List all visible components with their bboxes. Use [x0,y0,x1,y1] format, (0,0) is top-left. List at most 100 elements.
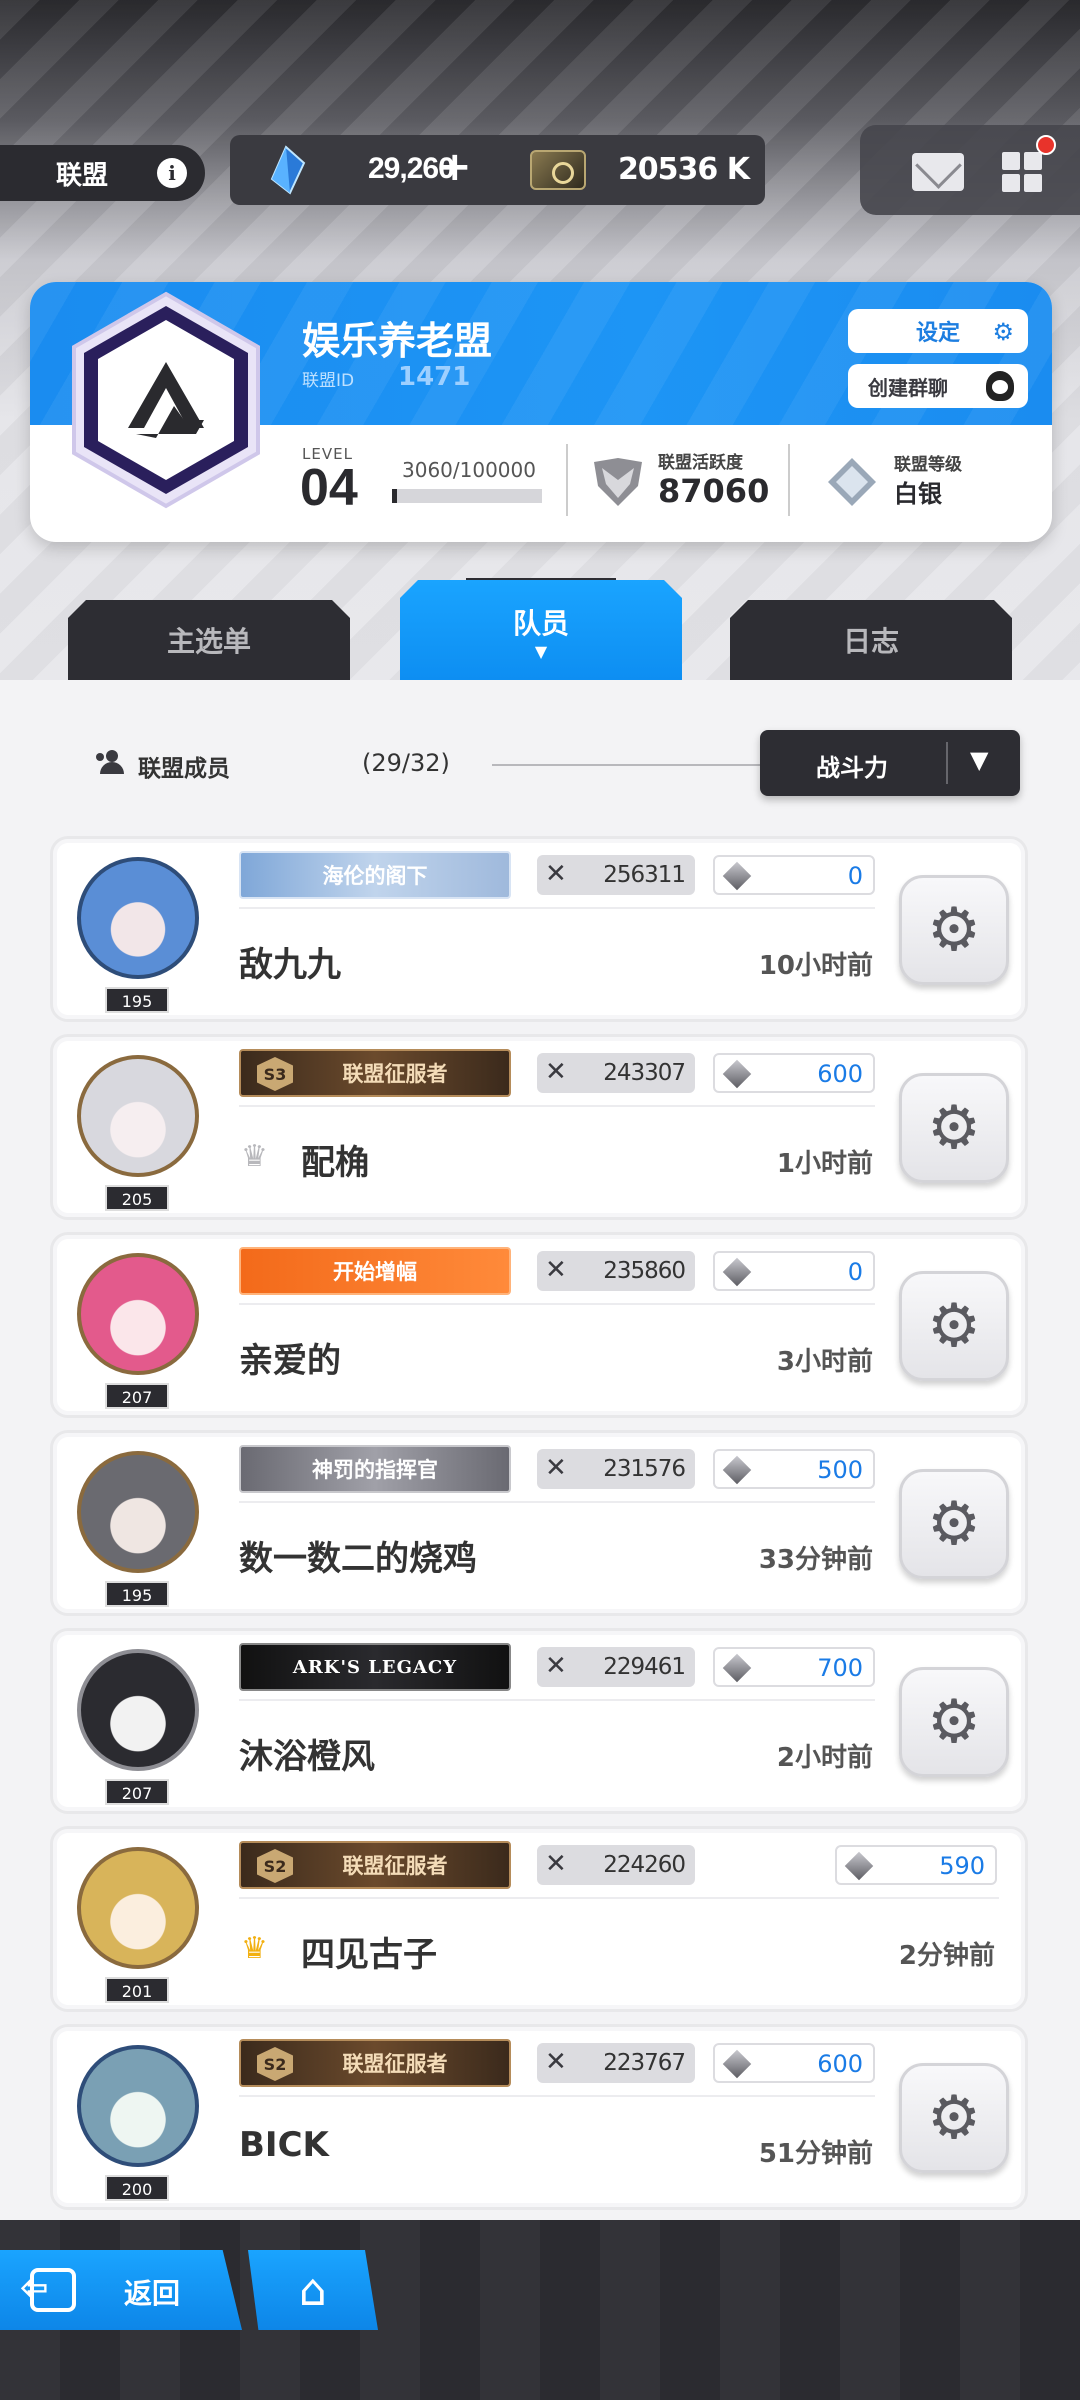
contribution-box: 600 [713,1053,875,1093]
back-button-label: 返回 [124,2277,181,2310]
member-name: 数一数二的烧鸡 [239,1539,477,1579]
member-settings-button[interactable]: ⚙ [899,2063,1009,2173]
avatar[interactable]: 207 [63,1641,213,1811]
tab-main-menu-label: 主选单 [166,625,251,658]
member-row[interactable]: 205 S3 联盟征服者 ✕ 243307 600 ♛ 配桷 1小时前 ⚙ [50,1034,1028,1220]
exp-progress-fill [392,489,397,503]
title-badge-label: ARK'S LEGACY [292,1656,458,1678]
tab-members[interactable]: 队员 ▼ [400,580,682,680]
row-divider [239,1699,875,1701]
avatar[interactable]: 205 [63,1047,213,1217]
info-icon[interactable]: i [157,158,187,188]
power-value: 243307 [603,1060,686,1086]
member-settings-button[interactable]: ⚙ [899,1469,1009,1579]
coin-value: 20536 K [617,152,750,187]
create-group-chat-label: 创建群聊 [868,375,948,400]
penguin-icon [986,371,1014,401]
ticket-icon [530,150,586,190]
member-settings-button[interactable]: ⚙ [899,1271,1009,1381]
alliance-tab[interactable]: 联盟 i [0,145,205,201]
alliance-card: 娱乐养老盟 联盟ID 1471 设定 ⚙ 创建群聊 LEVEL 04 3060/… [30,282,1052,542]
gear-icon: ⚙ [927,2083,981,2153]
avatar[interactable]: 200 [63,2037,213,2207]
gear-icon: ⚙ [927,1687,981,1757]
activity-value: 87060 [658,472,770,510]
avatar[interactable]: 207 [63,1245,213,1415]
settings-button-label: 设定 [915,321,960,346]
title-badge-label: 联盟征服者 [342,1062,448,1086]
power-value: 256311 [603,862,686,888]
avatar-level: 205 [105,1185,169,1211]
member-row[interactable]: 207 ARK'S LEGACY ✕ 229461 700 沐浴橙风 2小时前 … [50,1628,1028,1814]
back-button[interactable]: 返回 [0,2250,242,2330]
member-settings-button[interactable]: ⚙ [899,1667,1009,1777]
home-button[interactable]: ⌂ [248,2250,378,2330]
gem-icon [722,1257,752,1287]
contribution-box: 0 [713,855,875,895]
settings-button[interactable]: 设定 ⚙ [848,309,1028,353]
tab-main-menu[interactable]: 主选单 [68,600,350,680]
member-row[interactable]: 201 S2 联盟征服者 ✕ 224260 590 ♛ 四见古子 2分钟前 [50,1826,1028,2012]
avatar-portrait [77,1451,199,1573]
member-row[interactable]: 195 海伦的阁下 ✕ 256311 0 敌九九 10小时前 ⚙ [50,836,1028,1022]
avatar-level: 195 [105,1581,169,1607]
crossed-swords-icon: ✕ [545,2047,567,2077]
tier-badge: S2 [257,1849,293,1883]
add-crystal-button[interactable]: + [438,144,472,190]
avatar[interactable]: 195 [63,849,213,1019]
last-seen: 2小时前 [776,1743,873,1773]
alliance-name: 娱乐养老盟 [302,319,493,363]
gem-icon [844,1851,874,1881]
notification-dot [1036,135,1056,155]
gem-icon [722,861,752,891]
alliance-emblem-icon [72,291,260,509]
title-badge: 开始增幅 [239,1247,511,1295]
home-icon: ⌂ [299,2264,327,2316]
exit-icon [20,2268,76,2312]
gem-icon [722,2049,752,2079]
crossed-swords-icon: ✕ [545,1651,567,1681]
member-row[interactable]: 207 开始增幅 ✕ 235860 0 亲爱的 3小时前 ⚙ [50,1232,1028,1418]
last-seen: 1小时前 [776,1149,873,1179]
crystal-icon [270,145,306,195]
power-value: 224260 [603,1852,686,1878]
grid-menu-icon[interactable] [1002,152,1042,192]
avatar[interactable]: 195 [63,1443,213,1613]
member-settings-button[interactable]: ⚙ [899,875,1009,985]
avatar-portrait [77,1055,199,1177]
avatar-portrait [77,2045,199,2167]
mail-icon[interactable] [912,153,964,191]
member-name: 亲爱的 [239,1341,341,1381]
title-badge: 神罚的指挥官 [239,1445,511,1493]
contribution-box: 0 [713,1251,875,1291]
last-seen: 3小时前 [776,1347,873,1377]
row-divider [239,1501,875,1503]
members-divider [492,764,762,766]
activity-label: 联盟活跃度 [658,453,743,473]
row-divider [239,1303,875,1305]
tab-log[interactable]: 日志 [730,600,1012,680]
rank-label: 联盟等级 [894,455,962,475]
power-box: ✕ 224260 [537,1845,695,1885]
last-seen: 33分钟前 [758,1545,873,1575]
avatar[interactable]: 201 [63,1839,213,2009]
member-row[interactable]: 195 神罚的指挥官 ✕ 231576 500 数一数二的烧鸡 33分钟前 ⚙ [50,1430,1028,1616]
crossed-swords-icon: ✕ [545,1255,567,1285]
power-box: ✕ 243307 [537,1053,695,1093]
member-row[interactable]: 200 S2 联盟征服者 ✕ 223767 600 BICK 51分钟前 ⚙ [50,2024,1028,2210]
create-group-chat-button[interactable]: 创建群聊 [848,364,1028,408]
sort-dropdown-separator [946,742,948,784]
gear-icon: ⚙ [992,318,1014,346]
alliance-id-value: 1471 [398,362,471,392]
avatar-level: 200 [105,2175,169,2201]
last-seen: 51分钟前 [758,2139,873,2169]
power-box: ✕ 231576 [537,1449,695,1489]
contribution-value: 600 [817,1060,863,1088]
power-value: 229461 [603,1654,686,1680]
members-label: 联盟成员 [138,756,230,782]
title-badge: ARK'S LEGACY [239,1643,511,1691]
member-settings-button[interactable]: ⚙ [899,1073,1009,1183]
sort-dropdown[interactable]: 战斗力 ▼ [760,730,1020,796]
tier-badge: S3 [257,1057,293,1091]
row-divider [239,1105,875,1107]
